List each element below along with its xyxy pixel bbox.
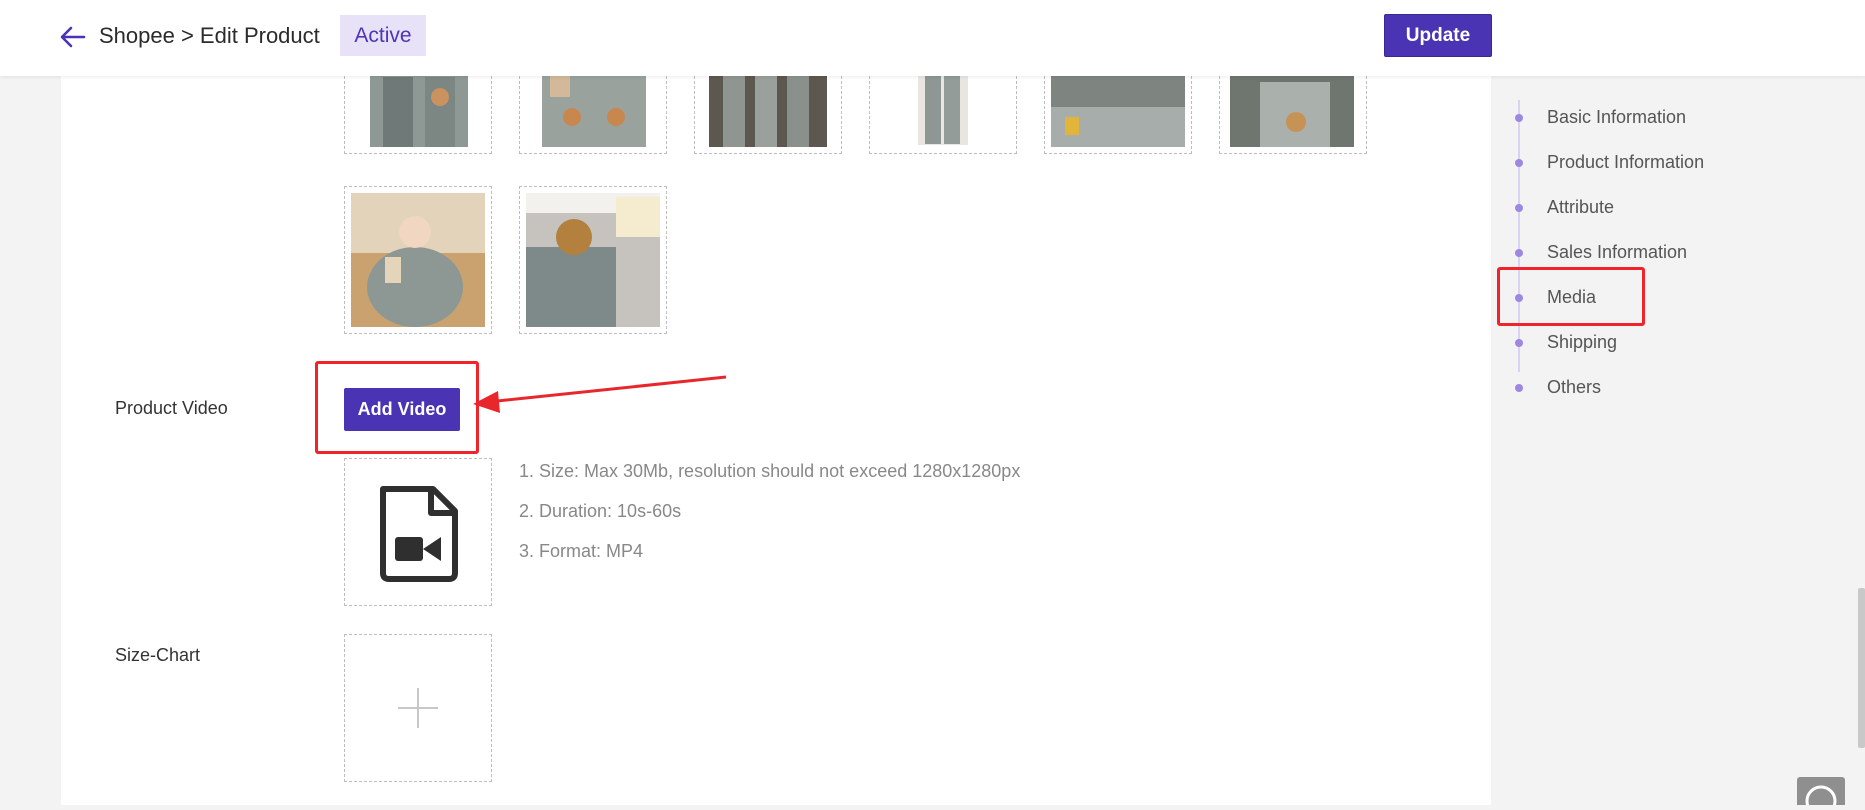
- product-image-thumbnail[interactable]: [344, 186, 492, 334]
- breadcrumb: Shopee > Edit Product: [99, 23, 320, 48]
- product-image-thumbnail[interactable]: [519, 186, 667, 334]
- nav-basic-information[interactable]: Basic Information: [1491, 103, 1791, 133]
- nav-others[interactable]: Others: [1491, 373, 1791, 403]
- media-nav-highlight: [1497, 267, 1645, 326]
- top-header: Shopee > Edit Product Active Update: [0, 0, 1865, 76]
- nav-label: Product Information: [1547, 152, 1705, 172]
- nav-dot: [1515, 114, 1523, 122]
- product-edit-form: Product Video Add Video 1. Size: Max 30M…: [61, 66, 1491, 805]
- nav-dot: [1515, 204, 1523, 212]
- product-image-thumbnail[interactable]: [344, 66, 492, 154]
- video-size-hint: 1. Size: Max 30Mb, resolution should not…: [519, 461, 1021, 481]
- nav-attribute[interactable]: Attribute: [1491, 193, 1791, 223]
- nav-dot: [1515, 249, 1523, 257]
- nav-label: Attribute: [1547, 197, 1615, 217]
- product-video-label: Product Video: [115, 398, 228, 418]
- video-file-icon: [380, 486, 458, 582]
- size-chart-label: Size-Chart: [115, 645, 201, 665]
- section-navigation: Basic Information Product Information At…: [1491, 76, 1865, 805]
- add-video-highlight: [315, 361, 479, 454]
- nav-label: Shipping: [1547, 332, 1618, 352]
- product-image-thumbnail[interactable]: [694, 66, 842, 154]
- plus-icon: [398, 688, 438, 728]
- back-arrow-icon[interactable]: [58, 22, 88, 52]
- product-image-thumbnail[interactable]: [1044, 66, 1192, 154]
- nav-dot: [1515, 339, 1523, 347]
- update-button[interactable]: Update: [1384, 14, 1492, 57]
- product-image-thumbnail[interactable]: [1219, 66, 1367, 154]
- nav-label: Sales Information: [1547, 242, 1688, 262]
- size-chart-upload[interactable]: [344, 634, 492, 782]
- video-format-hint: 3. Format: MP4: [519, 541, 644, 561]
- video-duration-hint: 2. Duration: 10s-60s: [519, 501, 682, 521]
- nav-dot: [1515, 159, 1523, 167]
- nav-label: Others: [1547, 377, 1602, 397]
- nav-sales-information[interactable]: Sales Information: [1491, 238, 1791, 268]
- page-scrollbar[interactable]: [1858, 588, 1865, 748]
- nav-dot: [1515, 384, 1523, 392]
- product-image-thumbnail[interactable]: [869, 66, 1017, 154]
- status-badge: Active: [340, 15, 426, 56]
- nav-label: Basic Information: [1547, 107, 1687, 127]
- product-image-thumbnail[interactable]: [519, 66, 667, 154]
- customer-support-icon[interactable]: [1797, 777, 1845, 810]
- nav-product-information[interactable]: Product Information: [1491, 148, 1791, 178]
- video-placeholder[interactable]: [344, 458, 492, 606]
- nav-shipping[interactable]: Shipping: [1491, 328, 1791, 358]
